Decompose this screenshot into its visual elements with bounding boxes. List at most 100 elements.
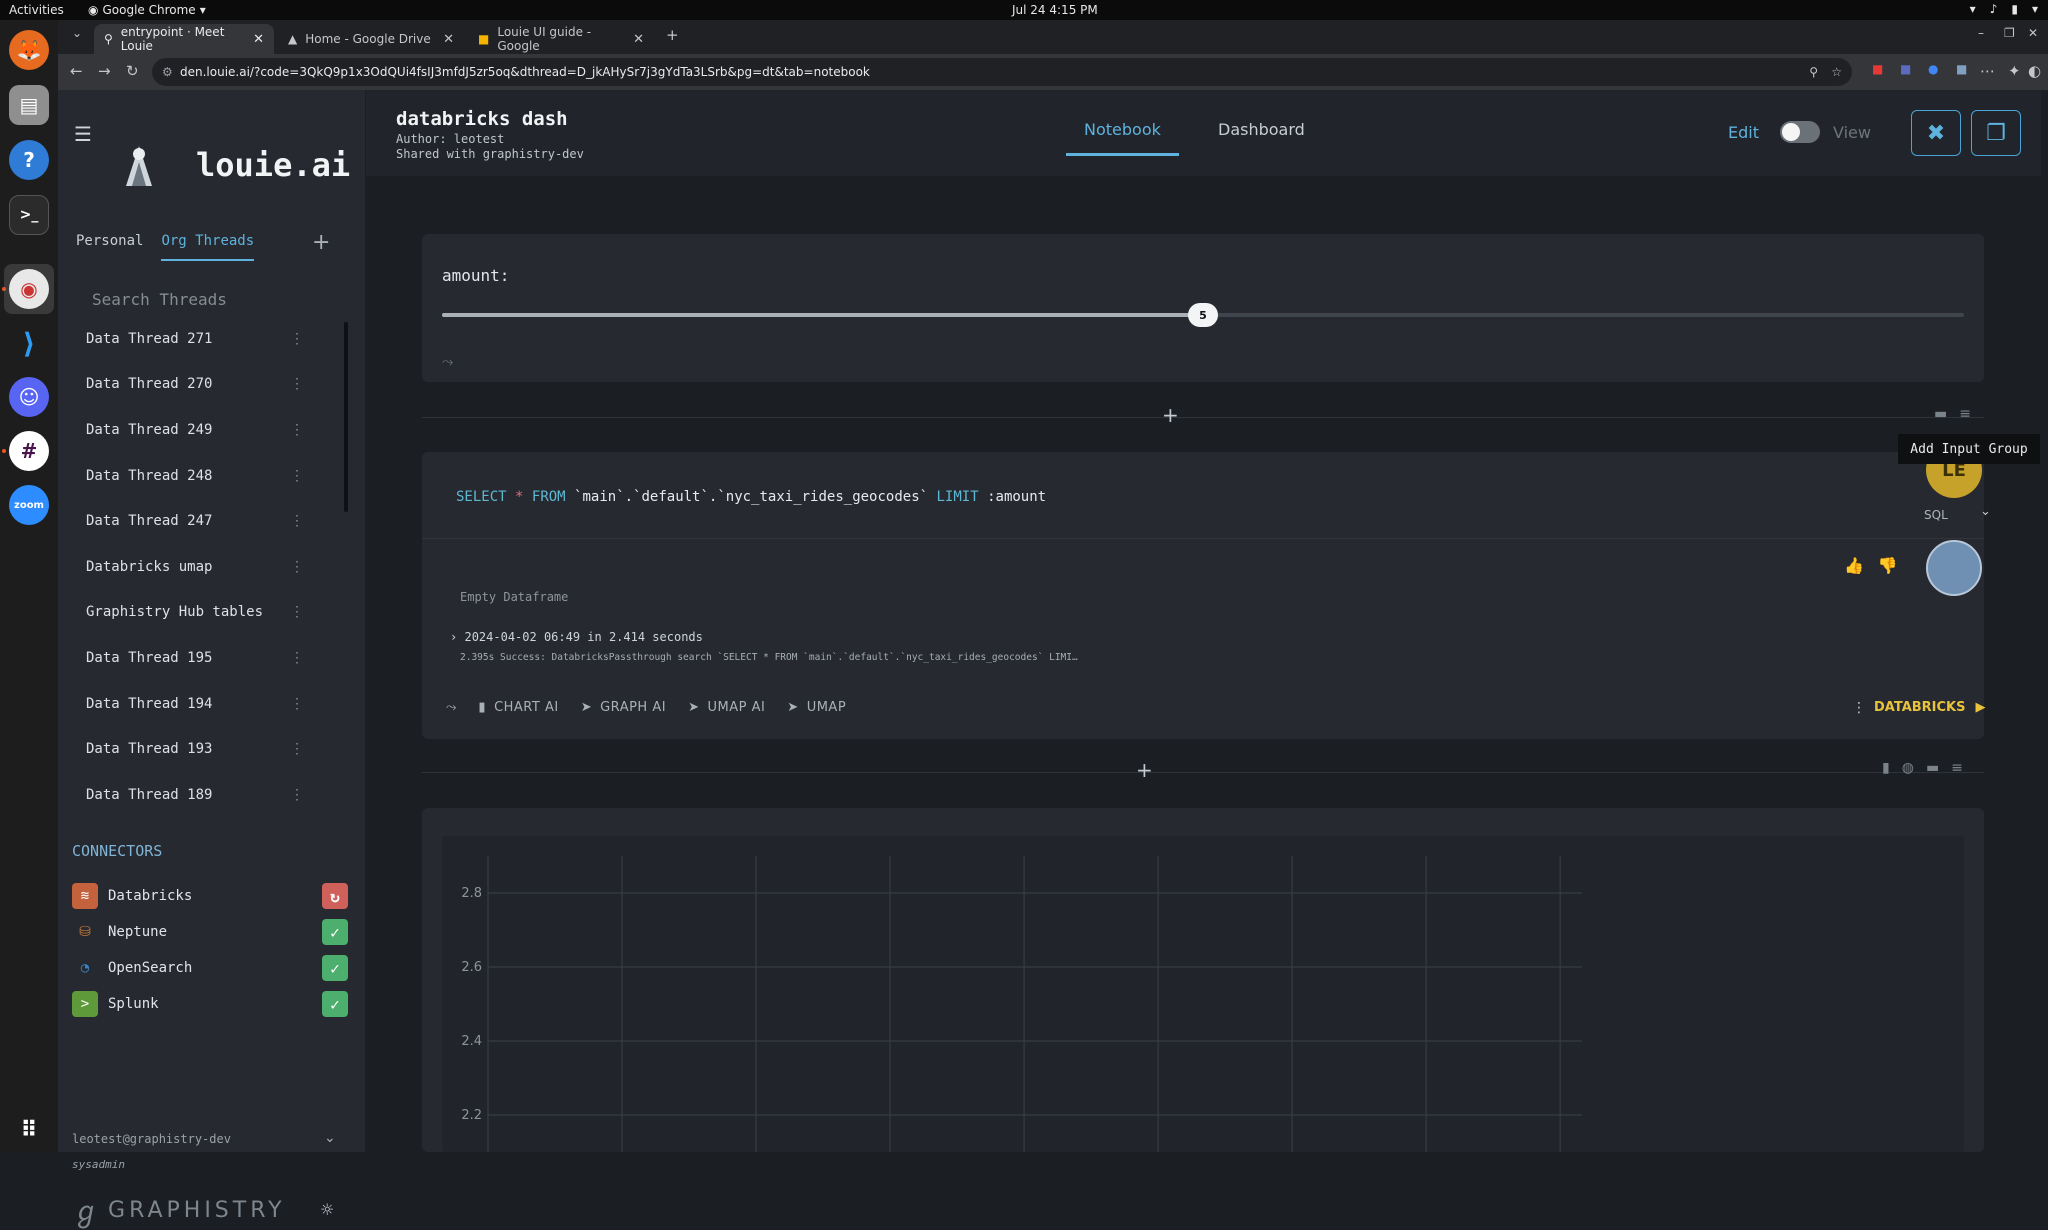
terminal-icon[interactable]: >_ <box>9 195 49 235</box>
comment-icon[interactable]: ▬ <box>1934 406 1947 422</box>
tab-notebook[interactable]: Notebook <box>1066 120 1179 156</box>
help-icon[interactable]: ? <box>9 140 49 180</box>
list-item[interactable]: Data Thread 195 ⋮ <box>58 635 348 681</box>
bookmark-star-icon[interactable]: ☆ <box>1831 65 1842 79</box>
maximize-window-icon[interactable]: ❐ <box>2004 26 2015 40</box>
thread-menu-icon[interactable]: ⋮ <box>290 787 304 803</box>
close-tab-icon[interactable]: ✕ <box>253 32 264 47</box>
refresh-icon[interactable]: ↻ <box>322 883 348 909</box>
amount-slider[interactable]: 5 <box>442 303 1964 327</box>
list-item[interactable]: Data Thread 189 ⋮ <box>58 772 348 818</box>
cell-menu-icon[interactable]: ⋮ <box>1852 700 1866 716</box>
extension-icon[interactable]: ● <box>1928 62 1938 76</box>
thread-menu-icon[interactable]: ⋮ <box>290 604 304 620</box>
list-item[interactable]: Data Thread 271 ⋮ <box>58 316 348 362</box>
cell-flow-icon[interactable]: ⤳ <box>446 700 456 715</box>
connector-opensearch[interactable]: ◔ OpenSearch ✓ <box>72 954 348 982</box>
sql-editor[interactable]: SELECT * FROM `main`.`default`.`nyc_taxi… <box>456 489 1046 505</box>
tools-button[interactable]: ✖ <box>1911 110 1961 156</box>
list-item[interactable]: Data Thread 247 ⋮ <box>58 498 348 544</box>
tab-dashboard[interactable]: Dashboard <box>1200 120 1323 153</box>
browser-tab[interactable]: ■ Louie UI guide - Google ✕ <box>468 24 654 54</box>
run-metadata[interactable]: › 2024-04-02 06:49 in 2.414 seconds <box>450 630 703 644</box>
extensions-menu-icon[interactable]: ⋯ <box>1980 62 1995 80</box>
list-item[interactable]: Data Thread 193 ⋮ <box>58 726 348 772</box>
thread-list-scrollbar[interactable] <box>344 322 348 512</box>
connector-splunk[interactable]: > Splunk ✓ <box>72 990 348 1018</box>
language-selector[interactable]: SQL <box>1924 508 1948 522</box>
thumbs-down-icon[interactable]: 👎 <box>1878 556 1898 575</box>
chevron-down-icon[interactable]: ⌄ <box>324 1130 336 1146</box>
active-app-menu[interactable]: ◉ Google Chrome ▾ <box>88 3 206 17</box>
search-threads-input[interactable] <box>92 286 342 312</box>
edit-view-toggle[interactable] <box>1780 121 1820 143</box>
firefox-icon[interactable]: 🦊 <box>9 30 49 70</box>
chart-ai-button[interactable]: ▮ CHART AI <box>478 700 558 715</box>
thread-menu-icon[interactable]: ⋮ <box>290 331 304 347</box>
list-item[interactable]: Data Thread 194 ⋮ <box>58 681 348 727</box>
browser-tab[interactable]: ⚲ entrypoint · Meet Louie ✕ <box>94 24 274 54</box>
zoom-icon[interactable]: zoom <box>9 485 49 525</box>
add-cell-icon[interactable]: + <box>1162 403 1179 427</box>
minimize-window-icon[interactable]: – <box>1978 26 1984 40</box>
extension-icon[interactable]: ■ <box>1872 62 1883 76</box>
system-tray[interactable]: ▾ ♪ ▮ ▾ <box>1970 2 2038 16</box>
tab-search-icon[interactable]: ⌄ <box>72 26 82 40</box>
thread-menu-icon[interactable]: ⋮ <box>290 513 304 529</box>
extension-icon[interactable]: ■ <box>1900 62 1911 76</box>
thread-menu-icon[interactable]: ⋮ <box>290 468 304 484</box>
site-info-icon[interactable]: ⚙ <box>162 65 173 79</box>
chrome-dock-icon[interactable]: ◉ <box>9 269 49 309</box>
vscode-icon[interactable]: ⟩ <box>9 323 49 363</box>
system-clock[interactable]: Jul 24 4:15 PM <box>1012 3 1098 17</box>
copy-button[interactable]: ❐ <box>1971 110 2021 156</box>
reload-icon[interactable]: ↻ <box>126 62 139 80</box>
puzzle-icon[interactable]: ✦ <box>2008 62 2021 80</box>
list-item[interactable]: Data Thread 270 ⋮ <box>58 362 348 408</box>
thread-menu-icon[interactable]: ⋮ <box>290 376 304 392</box>
activities-button[interactable]: Activities <box>9 3 64 17</box>
close-window-icon[interactable]: ✕ <box>2028 26 2038 40</box>
tab-org-threads[interactable]: Org Threads <box>161 233 255 261</box>
input-group-icon[interactable]: ≡ <box>1959 406 1971 422</box>
discord-icon[interactable]: ☺ <box>9 377 49 417</box>
thread-menu-icon[interactable]: ⋮ <box>290 422 304 438</box>
thread-menu-icon[interactable]: ⋮ <box>290 741 304 757</box>
list-item[interactable]: Graphistry Hub tables ⋮ <box>58 590 348 636</box>
graph-ai-button[interactable]: ➤ GRAPH AI <box>581 700 666 715</box>
back-icon[interactable]: ← <box>70 62 83 80</box>
umap-ai-button[interactable]: ➤ UMAP AI <box>688 700 765 715</box>
tab-personal[interactable]: Personal <box>76 233 143 261</box>
thread-menu-icon[interactable]: ⋮ <box>290 650 304 666</box>
umap-button[interactable]: ➤ UMAP <box>787 700 846 715</box>
files-icon[interactable]: ▤ <box>9 85 49 125</box>
show-apps-icon[interactable]: ⠿ <box>9 1110 49 1150</box>
list-item[interactable]: Data Thread 248 ⋮ <box>58 453 348 499</box>
thread-menu-icon[interactable]: ⋮ <box>290 696 304 712</box>
extension-icon[interactable]: ■ <box>1956 62 1967 76</box>
thread-menu-icon[interactable]: ⋮ <box>290 559 304 575</box>
list-item[interactable]: Data Thread 249 ⋮ <box>58 407 348 453</box>
connector-neptune[interactable]: ⛁ Neptune ✓ <box>72 918 348 946</box>
chart-area[interactable]: 2.8 2.6 2.4 2.2 <box>442 836 1964 1152</box>
globe-icon[interactable]: ◍ <box>1902 760 1914 776</box>
bar-chart-icon[interactable]: ▮ <box>1882 760 1890 776</box>
thumbs-up-icon[interactable]: 👍 <box>1844 556 1864 575</box>
list-item[interactable]: Databricks umap ⋮ <box>58 544 348 590</box>
address-bar[interactable]: ⚙ den.louie.ai/?code=3QkQ9p1x3OdQUi4fsIJ… <box>152 58 1852 86</box>
add-cell-icon[interactable]: + <box>1136 758 1153 782</box>
comment-icon[interactable]: ▬ <box>1926 760 1939 776</box>
slack-icon[interactable]: # <box>9 431 49 471</box>
menu-icon[interactable]: ☰ <box>74 122 92 146</box>
theme-toggle-icon[interactable]: ☼ <box>320 1200 334 1219</box>
browser-tab[interactable]: ▲ Home - Google Drive ✕ <box>278 24 464 54</box>
chevron-down-icon[interactable]: ⌄ <box>1980 504 1991 519</box>
user-email[interactable]: leotest@graphistry-dev <box>72 1132 231 1146</box>
close-tab-icon[interactable]: ✕ <box>633 32 644 47</box>
cell-flow-icon[interactable]: ⤳ <box>442 354 453 370</box>
input-group-icon[interactable]: ≡ <box>1951 760 1963 776</box>
zoom-icon[interactable]: ⚲ <box>1809 65 1818 79</box>
connector-databricks[interactable]: ≋ Databricks ↻ <box>72 882 348 910</box>
forward-icon[interactable]: → <box>98 62 111 80</box>
run-databricks-button[interactable]: DATABRICKS ▶ <box>1874 700 1986 715</box>
